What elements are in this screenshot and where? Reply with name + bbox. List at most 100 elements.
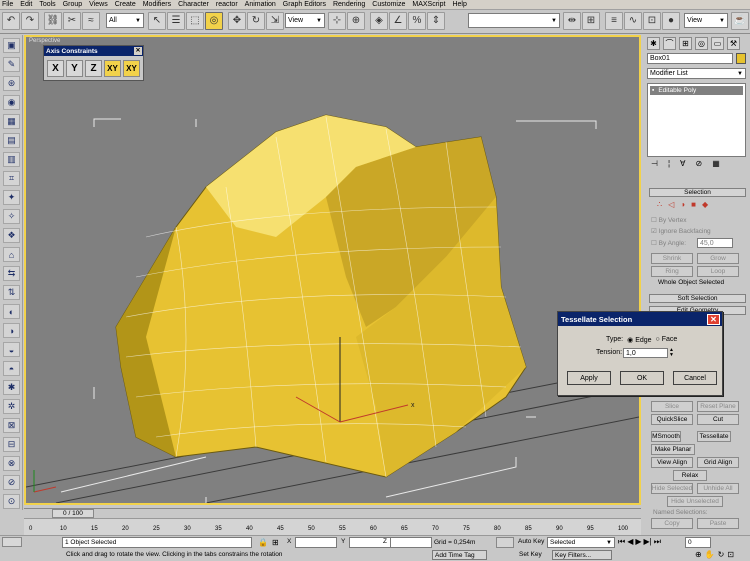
lt-tool-17-icon[interactable]: ◒: [3, 342, 20, 357]
select-by-name-icon[interactable]: ☰: [167, 12, 185, 30]
object-color-swatch[interactable]: [736, 53, 746, 64]
by-angle-value[interactable]: 45,0: [697, 238, 733, 248]
lt-tool-18-icon[interactable]: ◓: [3, 361, 20, 376]
unlink-icon[interactable]: ✂: [63, 12, 81, 30]
lt-tool-1-icon[interactable]: ▣: [3, 38, 20, 53]
orbit-icon[interactable]: ↻: [718, 550, 725, 560]
menu-views[interactable]: Views: [89, 1, 108, 8]
lt-tool-3-icon[interactable]: ⊛: [3, 76, 20, 91]
mirror-icon[interactable]: ⇹: [563, 12, 581, 30]
modify-tab-icon[interactable]: ⌒: [663, 37, 676, 50]
hide-unselected-button[interactable]: Hide Unselected: [667, 496, 723, 507]
z-coord-field[interactable]: [390, 537, 432, 548]
quick-render-icon[interactable]: ☕: [731, 12, 749, 30]
absolute-mode-icon[interactable]: ⊞: [272, 538, 279, 547]
redo-icon[interactable]: ↷: [21, 12, 39, 30]
menu-character[interactable]: Character: [178, 1, 209, 8]
hide-selected-button[interactable]: Hide Selected: [651, 483, 693, 494]
menu-reactor[interactable]: reactor: [216, 1, 238, 8]
lt-tool-21-icon[interactable]: ⊠: [3, 418, 20, 433]
axis-constraints-titlebar[interactable]: Axis Constraints ✕: [44, 46, 143, 56]
pivot-icon[interactable]: ⊹: [328, 12, 346, 30]
remove-modifier-icon[interactable]: ⊘: [696, 159, 703, 171]
rotate-icon[interactable]: ↻: [247, 12, 265, 30]
axis-z-button[interactable]: Z: [85, 60, 102, 77]
create-tab-icon[interactable]: ✱: [647, 37, 660, 50]
editable-poly-mesh[interactable]: [115, 114, 527, 478]
time-slider-thumb[interactable]: 0 / 100: [52, 509, 94, 518]
key-filters-button[interactable]: Key Filters...: [552, 550, 612, 560]
lt-tool-4-icon[interactable]: ◉: [3, 95, 20, 110]
lt-tool-12-icon[interactable]: ⌂: [3, 247, 20, 262]
polygon-level-icon[interactable]: ■: [691, 200, 696, 212]
menu-graph-editors[interactable]: Graph Editors: [283, 1, 326, 8]
make-planar-button[interactable]: Make Planar: [651, 444, 695, 455]
lt-tool-20-icon[interactable]: ✲: [3, 399, 20, 414]
object-name-field[interactable]: Box01: [647, 53, 733, 64]
key-icon[interactable]: [496, 537, 514, 548]
time-slider[interactable]: 0 / 100: [24, 508, 641, 518]
motion-tab-icon[interactable]: ◎: [695, 37, 708, 50]
window-crossing-icon[interactable]: ◎: [205, 12, 223, 30]
tension-spinner-icon[interactable]: ▲ ▼: [669, 348, 675, 358]
close-icon[interactable]: ✕: [134, 47, 142, 55]
percent-snap-icon[interactable]: %: [408, 12, 426, 30]
menu-customize[interactable]: Customize: [372, 1, 405, 8]
lt-tool-9-icon[interactable]: ✦: [3, 190, 20, 205]
lt-tool-14-icon[interactable]: ⇅: [3, 285, 20, 300]
menu-animation[interactable]: Animation: [245, 1, 276, 8]
lt-tool-25-icon[interactable]: ⊙: [3, 494, 20, 509]
menu-group[interactable]: Group: [63, 1, 82, 8]
next-frame-icon[interactable]: ▶|: [644, 537, 652, 548]
menu-rendering[interactable]: Rendering: [333, 1, 365, 8]
show-end-result-icon[interactable]: ¦: [668, 159, 670, 171]
maxscript-listener-icon[interactable]: [2, 537, 22, 547]
menu-modifiers[interactable]: Modifiers: [143, 1, 171, 8]
lt-tool-22-icon[interactable]: ⊟: [3, 437, 20, 452]
select-manipulate-icon[interactable]: ⊕: [347, 12, 365, 30]
lt-tool-24-icon[interactable]: ⊘: [3, 475, 20, 490]
paste-button[interactable]: Paste: [697, 518, 739, 529]
axis-xy-button[interactable]: XY: [104, 60, 121, 77]
tension-input[interactable]: 1,0: [623, 348, 668, 358]
menu-maxscript[interactable]: MAXScript: [412, 1, 445, 8]
spinner-snap-icon[interactable]: ⇕: [427, 12, 445, 30]
selection-rollout[interactable]: Selection: [649, 188, 746, 197]
layer-icon[interactable]: ≡: [605, 12, 623, 30]
menu-file[interactable]: File: [2, 1, 13, 8]
pan-icon[interactable]: ✋: [705, 550, 715, 560]
bind-icon[interactable]: ≈: [82, 12, 100, 30]
maximize-viewport-icon[interactable]: ⊡: [727, 550, 734, 560]
shrink-button[interactable]: Shrink: [651, 253, 693, 264]
lt-tool-23-icon[interactable]: ⊗: [3, 456, 20, 471]
border-level-icon[interactable]: ◑: [680, 200, 685, 212]
lt-tool-13-icon[interactable]: ⇆: [3, 266, 20, 281]
tessellate-button[interactable]: Tessellate: [697, 431, 731, 442]
select-icon[interactable]: ↖: [148, 12, 166, 30]
grow-button[interactable]: Grow: [697, 253, 739, 264]
ref-coord-dropdown[interactable]: View ▼: [285, 13, 325, 28]
slice-button[interactable]: Slice: [651, 401, 693, 412]
display-tab-icon[interactable]: ▭: [711, 37, 724, 50]
lt-tool-2-icon[interactable]: ✎: [3, 57, 20, 72]
axis-y-button[interactable]: Y: [66, 60, 83, 77]
pin-stack-icon[interactable]: ⊣: [651, 159, 658, 171]
lt-tool-7-icon[interactable]: ▥: [3, 152, 20, 167]
lt-tool-11-icon[interactable]: ❖: [3, 228, 20, 243]
lt-tool-16-icon[interactable]: ◑: [3, 323, 20, 338]
x-coord-field[interactable]: [295, 537, 337, 548]
lt-tool-6-icon[interactable]: ▤: [3, 133, 20, 148]
quickslice-button[interactable]: QuickSlice: [651, 414, 693, 425]
goto-start-icon[interactable]: ⏮: [618, 537, 625, 548]
lt-tool-5-icon[interactable]: ▦: [3, 114, 20, 129]
unhide-all-button[interactable]: Unhide All: [697, 483, 739, 494]
by-vertex-checkbox[interactable]: ☐ By Vertex: [651, 216, 686, 224]
utilities-tab-icon[interactable]: ⚒: [727, 37, 740, 50]
undo-icon[interactable]: ↶: [2, 12, 20, 30]
ring-button[interactable]: Ring: [651, 266, 693, 277]
msmooth-button[interactable]: MSmooth: [651, 431, 681, 442]
render-view-dropdown[interactable]: View ▼: [684, 13, 728, 28]
scale-icon[interactable]: ⇲: [266, 12, 284, 30]
snap-toggle-icon[interactable]: ◈: [370, 12, 388, 30]
key-mode-dropdown[interactable]: Selected ▼: [547, 537, 615, 548]
